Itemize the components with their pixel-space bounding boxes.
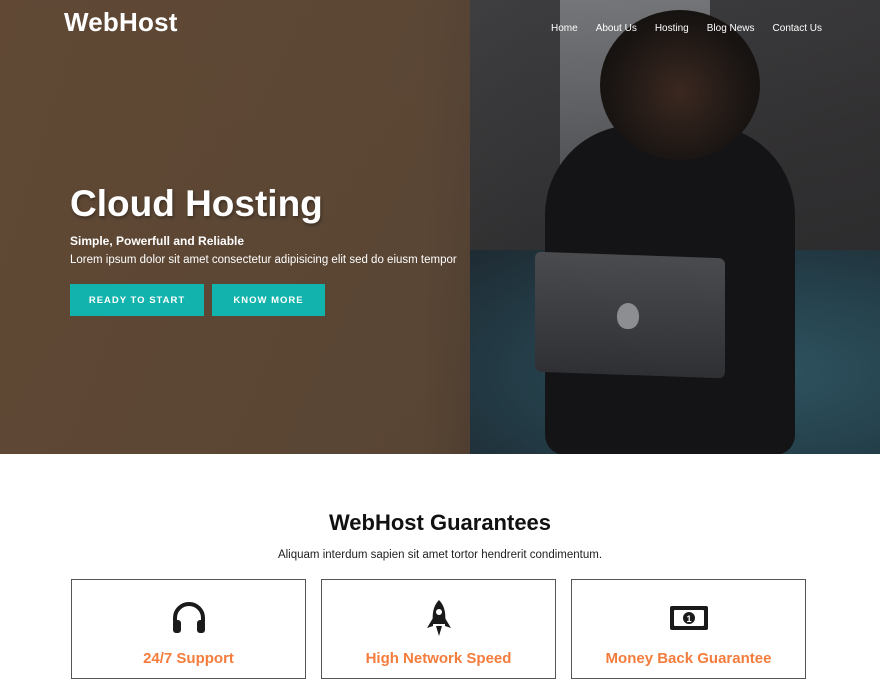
guarantees-title: WebHost Guarantees <box>328 510 552 535</box>
know-more-button[interactable]: KNOW MORE <box>212 284 325 316</box>
nav-item-home[interactable]: Home <box>551 23 578 34</box>
hero-section: WebHost Home About Us Hosting Blog News … <box>0 0 880 454</box>
site-logo[interactable]: WebHost <box>64 7 178 38</box>
guarantee-card-support[interactable]: 24/7 Support <box>71 579 306 679</box>
guarantee-card-speed[interactable]: High Network Speed <box>321 579 556 679</box>
ready-to-start-button[interactable]: READY TO START <box>70 284 204 316</box>
money-bill-icon: 1 <box>669 606 708 630</box>
hero-title: Cloud Hosting <box>70 183 323 224</box>
guarantee-card-money-back[interactable]: 1 Money Back Guarantee <box>571 579 806 679</box>
nav-item-hosting[interactable]: Hosting <box>655 23 689 34</box>
nav-item-contact-us[interactable]: Contact Us <box>773 23 822 34</box>
hero-subtitle: Simple, Powerfull and Reliable <box>70 234 245 248</box>
headphones-icon <box>172 602 205 633</box>
hero-text: Lorem ipsum dolor sit amet consectetur a… <box>70 254 457 266</box>
guarantee-card-title: High Network Speed <box>365 650 512 667</box>
guarantee-card-title: 24/7 Support <box>143 650 234 667</box>
laptop-logo-icon <box>617 303 639 329</box>
rocket-icon <box>426 600 451 636</box>
svg-text:1: 1 <box>686 614 691 624</box>
guarantee-card-title: Money Back Guarantee <box>605 650 772 667</box>
nav-item-about-us[interactable]: About Us <box>596 23 637 34</box>
guarantees-subtitle: Aliquam interdum sapien sit amet tortor … <box>277 549 603 561</box>
nav-item-blog-news[interactable]: Blog News <box>707 23 755 34</box>
main-nav: Home About Us Hosting Blog News Contact … <box>551 23 840 34</box>
